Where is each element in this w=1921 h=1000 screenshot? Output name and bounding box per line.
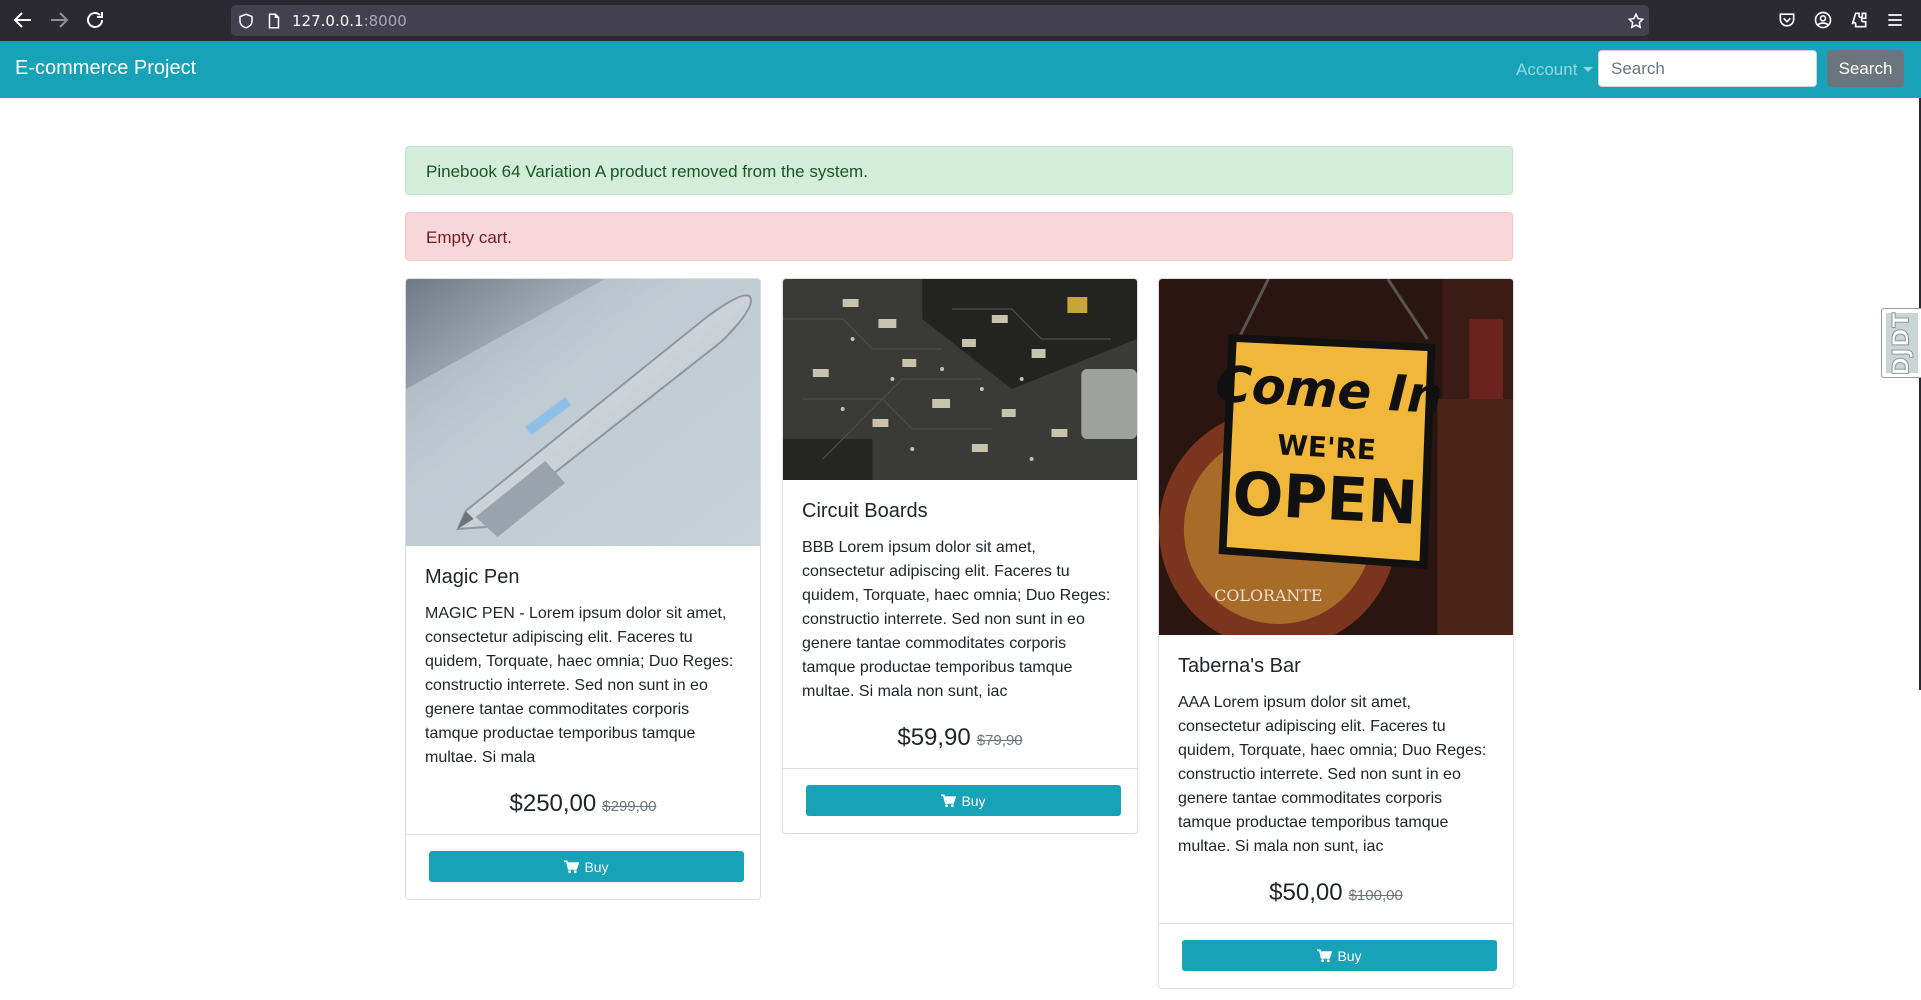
account-label: Account [1516, 60, 1578, 79]
extensions-icon[interactable] [1849, 10, 1869, 30]
menu-icon[interactable] [1885, 10, 1905, 30]
account-dropdown[interactable]: Account [1516, 60, 1594, 80]
search-input[interactable] [1598, 50, 1817, 87]
caret-down-icon [1583, 67, 1594, 72]
product-description: AAA Lorem ipsum dolor sit amet, consecte… [1178, 694, 1487, 855]
product-description: MAGIC PEN - Lorem ipsum dolor sit amet, … [425, 605, 734, 766]
product-image[interactable]: Come In WE'RE OPEN COLORANTE [1159, 279, 1513, 635]
product-old-price: $79,90 [976, 732, 1023, 749]
product-image[interactable] [406, 279, 760, 546]
product-price: $250,00 [509, 790, 597, 817]
url-bar[interactable]: 127.0.0.1:8000 [231, 5, 1649, 36]
buy-button[interactable]: Buy [806, 785, 1121, 816]
cart-icon [941, 794, 957, 807]
navbar: E-commerce Project Account Search [0, 41, 1921, 98]
sign-text-line1: Come In [1214, 355, 1444, 425]
price-row: $50,00 $100,00 [1178, 879, 1494, 907]
buy-label: Buy [584, 858, 609, 875]
url-text[interactable]: 127.0.0.1:8000 [292, 12, 407, 30]
browser-toolbar: 127.0.0.1:8000 [0, 0, 1921, 41]
brand-link[interactable]: E-commerce Project [15, 57, 196, 80]
buy-button[interactable]: Buy [429, 851, 744, 882]
reload-icon[interactable] [83, 8, 107, 32]
cart-icon [1317, 949, 1333, 962]
buy-button[interactable]: Buy [1182, 940, 1497, 971]
product-price: $50,00 [1269, 879, 1343, 906]
sign-text-line2: WE'RE [1276, 428, 1376, 466]
debug-toolbar-handle[interactable]: DJDT [1881, 308, 1921, 378]
search-button[interactable]: Search [1827, 50, 1904, 87]
account-icon[interactable] [1813, 10, 1833, 30]
card-footer: Buy [1159, 923, 1513, 988]
price-row: $250,00 $299,00 [425, 790, 741, 818]
debug-toolbar-label: DJDT [1889, 311, 1915, 376]
product-card: Circuit Boards BBB Lorem ipsum dolor sit… [782, 278, 1138, 834]
bookmark-star-icon[interactable] [1627, 12, 1645, 30]
danger-alert: Empty cart. [405, 212, 1513, 261]
forward-arrow-icon[interactable] [47, 8, 71, 32]
product-title: Magic Pen [425, 566, 520, 588]
shield-icon[interactable] [237, 12, 255, 30]
debug-toolbar-badge: DJDT [1886, 311, 1918, 376]
card-footer: Buy [406, 834, 760, 899]
success-alert: Pinebook 64 Variation A product removed … [405, 146, 1513, 195]
product-card: Magic Pen MAGIC PEN - Lorem ipsum dolor … [405, 278, 761, 900]
back-arrow-icon[interactable] [11, 8, 35, 32]
product-image[interactable] [783, 279, 1137, 480]
buy-label: Buy [1337, 947, 1362, 964]
price-row: $59,90 $79,90 [802, 724, 1118, 752]
cart-icon [564, 860, 580, 873]
product-title: Taberna's Bar [1178, 655, 1301, 677]
sign-caption: COLORANTE [1214, 586, 1322, 605]
product-old-price: $299,00 [602, 798, 657, 815]
product-price: $59,90 [897, 724, 971, 751]
pocket-icon[interactable] [1777, 10, 1797, 30]
product-old-price: $100,00 [1348, 887, 1403, 904]
buy-label: Buy [961, 792, 986, 809]
sign-text-line3: OPEN [1231, 459, 1420, 539]
product-card: Come In WE'RE OPEN COLORANTE Taberna's B… [1158, 278, 1514, 989]
page-icon [265, 12, 283, 30]
product-title: Circuit Boards [802, 500, 928, 522]
card-footer: Buy [783, 768, 1137, 833]
product-description: BBB Lorem ipsum dolor sit amet, consecte… [802, 539, 1111, 700]
